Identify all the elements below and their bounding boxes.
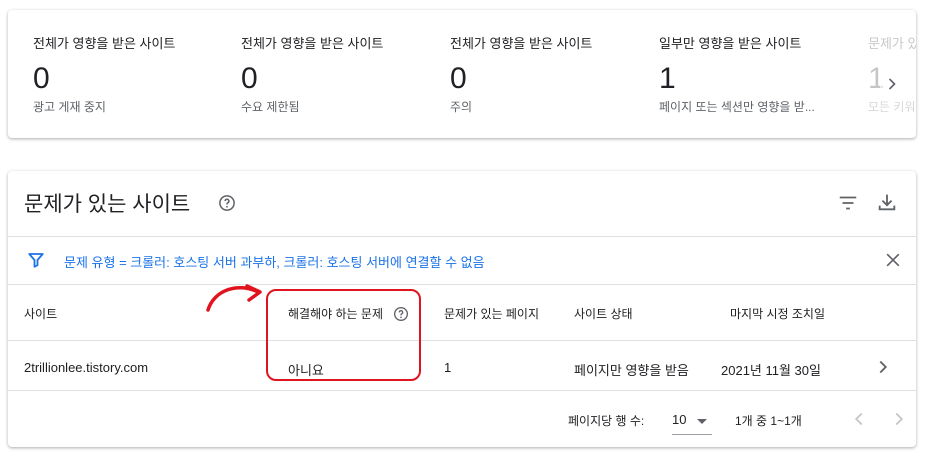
stat-title: 전체가 영향을 받은 사이트 (241, 36, 384, 51)
rows-per-page-label: 페이지당 행 수: (568, 414, 645, 428)
issues-card: 문제가 있는 사이트 문제 유형 = 크롤러: 호스팅 서버 과부하, 크롤러:… (8, 171, 916, 447)
close-icon[interactable] (883, 250, 903, 270)
column-header-last-action[interactable]: 마지막 시정 조치일 (730, 305, 825, 322)
column-header-pages[interactable]: 문제가 있는 페이지 (444, 305, 539, 322)
divider (8, 390, 916, 391)
chevron-left-icon[interactable] (848, 408, 870, 430)
rows-per-page-select[interactable]: 10 (672, 408, 712, 435)
column-header-status[interactable]: 사이트 상태 (574, 305, 633, 322)
stat-desc: 모든 키워 (868, 100, 916, 114)
filter-text[interactable]: 문제 유형 = 크롤러: 호스팅 서버 과부하, 크롤러: 호스팅 서버에 연결… (64, 252, 485, 271)
summary-stat[interactable]: 일부만 영향을 받은 사이트 1 페이지 또는 섹션만 영향을 받... (659, 33, 849, 115)
stat-desc: 페이지 또는 섹션만 영향을 받... (659, 100, 815, 114)
stat-title: 전체가 영향을 받은 사이트 (450, 36, 593, 51)
stat-value: 0 (450, 62, 467, 95)
annotation-arrow-icon (206, 284, 262, 312)
divider (8, 284, 916, 285)
chevron-right-icon (888, 78, 896, 90)
funnel-icon (28, 253, 44, 268)
stat-desc: 수요 제한됨 (241, 100, 300, 114)
cell-pages: 1 (444, 360, 452, 375)
summary-stat[interactable]: 전체가 영향을 받은 사이트 0 수요 제한됨 (241, 33, 431, 115)
stat-value: 0 (33, 62, 50, 95)
caret-down-icon (697, 419, 707, 424)
stat-value: 1 (659, 62, 676, 95)
page-range-text: 1개 중 1~1개 (735, 414, 802, 428)
chevron-right-icon[interactable] (888, 408, 910, 430)
stat-title: 전체가 영향을 받은 사이트 (33, 36, 176, 51)
help-circle-icon[interactable] (218, 194, 236, 212)
stat-desc: 광고 게재 중지 (33, 100, 106, 114)
filter-list-icon[interactable] (837, 192, 859, 214)
stat-title: 일부만 영향을 받은 사이트 (659, 36, 802, 51)
cell-status: 페이지만 영향을 받음 (574, 363, 689, 378)
stat-title: 문제가 있 (868, 36, 916, 51)
summary-stat[interactable]: 전체가 영향을 받은 사이트 0 주의 (450, 33, 640, 115)
rows-per-page-value: 10 (672, 412, 687, 427)
summary-card: 전체가 영향을 받은 사이트 0 광고 게재 중지 전체가 영향을 받은 사이트… (8, 10, 916, 138)
filter-chip-bar[interactable]: 문제 유형 = 크롤러: 호스팅 서버 과부하, 크롤러: 호스팅 서버에 연결… (8, 236, 916, 284)
page-title: 문제가 있는 사이트 (24, 193, 191, 216)
download-icon[interactable] (876, 191, 898, 213)
divider (8, 340, 916, 341)
column-header-site[interactable]: 사이트 (24, 305, 57, 322)
chevron-right-icon[interactable] (872, 356, 894, 378)
summary-next-button[interactable] (880, 68, 904, 100)
stat-value: 0 (241, 62, 258, 95)
cell-site: 2trillionlee.tistory.com (24, 360, 149, 375)
summary-stat[interactable]: 전체가 영향을 받은 사이트 0 광고 게재 중지 (33, 33, 223, 115)
cell-last-action: 2021년 11월 30일 (721, 363, 821, 378)
annotation-highlight-box (266, 289, 421, 381)
stat-desc: 주의 (450, 100, 473, 114)
